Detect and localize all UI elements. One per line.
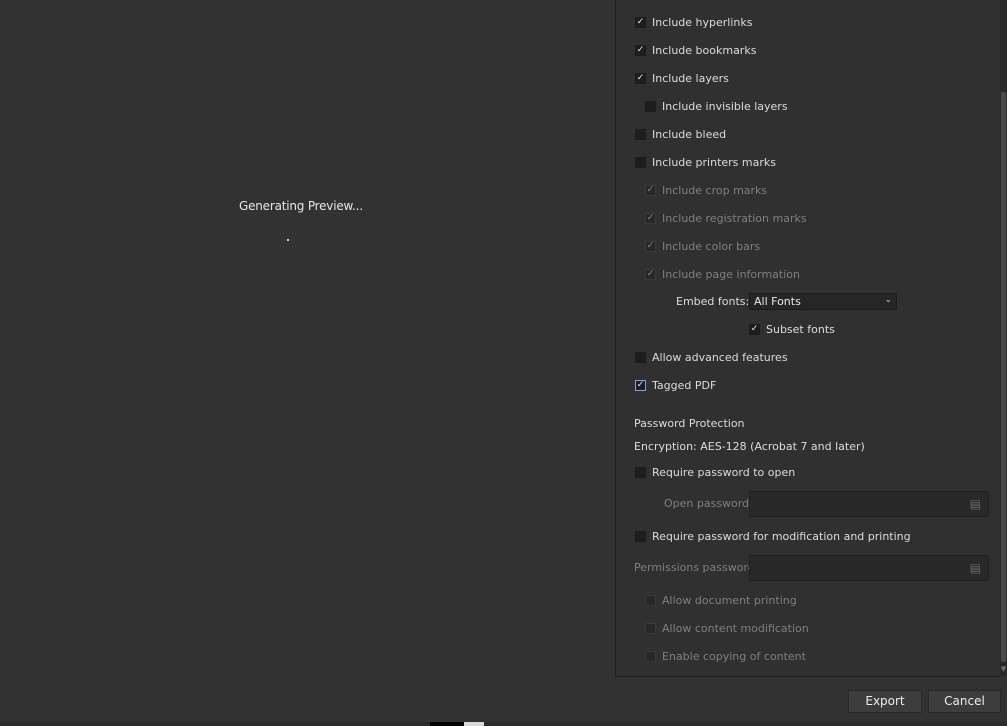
enable-copying-option: Enable copying of content (645, 648, 806, 664)
include-layers-label: Include layers (652, 71, 729, 85)
scroll-down-arrow-icon[interactable]: ▼ (1000, 664, 1007, 674)
require-password-modify-label: Require password for modification and pr… (652, 529, 911, 543)
include-invisible-layers-label: Include invisible layers (662, 99, 788, 113)
include-layers-option[interactable]: ✓ Include layers (635, 70, 729, 86)
include-color-bars-option: ✓ Include color bars (645, 238, 760, 254)
include-crop-marks-checkbox: ✓ (645, 184, 656, 196)
allow-content-modification-checkbox (645, 622, 656, 634)
allow-document-printing-checkbox (645, 594, 656, 606)
include-bookmarks-option[interactable]: ✓ Include bookmarks (635, 42, 756, 58)
include-printers-marks-checkbox[interactable] (635, 156, 646, 168)
include-hyperlinks-option[interactable]: ✓ Include hyperlinks (635, 14, 752, 30)
tagged-pdf-checkbox[interactable]: ✓ (635, 379, 646, 391)
allow-advanced-features-option[interactable]: Allow advanced features (635, 349, 788, 365)
include-registration-marks-option: ✓ Include registration marks (645, 210, 807, 226)
taskbar-mark-light (464, 722, 484, 726)
include-page-information-checkbox: ✓ (645, 268, 656, 280)
tagged-pdf-option[interactable]: ✓ Tagged PDF (635, 377, 716, 393)
require-password-open-option[interactable]: Require password to open (635, 464, 795, 480)
tagged-pdf-label: Tagged PDF (652, 378, 717, 392)
open-password-field[interactable]: ▤ (749, 491, 989, 517)
require-password-open-checkbox[interactable] (635, 466, 646, 478)
include-crop-marks-label: Include crop marks (662, 183, 768, 197)
include-hyperlinks-label: Include hyperlinks (652, 15, 753, 29)
allow-document-printing-label: Allow document printing (662, 593, 797, 607)
loading-indicator (287, 239, 289, 241)
open-password-label: Open password (664, 497, 750, 510)
clipboard-icon: ▤ (969, 561, 981, 575)
include-bookmarks-label: Include bookmarks (652, 43, 757, 57)
include-bleed-checkbox[interactable] (635, 128, 646, 140)
allow-advanced-features-checkbox[interactable] (635, 351, 646, 363)
scrollbar-thumb[interactable] (1001, 92, 1006, 662)
include-registration-marks-label: Include registration marks (662, 211, 807, 225)
allow-document-printing-option: Allow document printing (645, 592, 797, 608)
require-password-open-label: Require password to open (652, 465, 796, 479)
include-invisible-layers-option[interactable]: Include invisible layers (645, 98, 788, 114)
require-password-modify-checkbox[interactable] (635, 530, 646, 542)
include-crop-marks-option: ✓ Include crop marks (645, 182, 767, 198)
include-registration-marks-checkbox: ✓ (645, 212, 656, 224)
include-bleed-label: Include bleed (652, 127, 727, 141)
enable-copying-label: Enable copying of content (662, 649, 806, 663)
encryption-info: Encryption: AES-128 (Acrobat 7 and later… (634, 440, 865, 453)
include-page-information-label: Include page information (662, 267, 800, 281)
include-printers-marks-option[interactable]: Include printers marks (635, 154, 776, 170)
permissions-password-field[interactable]: ▤ (749, 555, 989, 581)
allow-advanced-features-label: Allow advanced features (652, 350, 788, 364)
allow-content-modification-label: Allow content modification (662, 621, 809, 635)
bottom-strip (0, 722, 1007, 726)
subset-fonts-label: Subset fonts (766, 322, 835, 336)
chevron-down-icon: ⌄ (884, 295, 892, 305)
permissions-password-label: Permissions password (634, 561, 755, 574)
include-layers-checkbox[interactable]: ✓ (635, 72, 646, 84)
enable-copying-checkbox (645, 650, 656, 662)
embed-fonts-select[interactable]: All Fonts ⌄ (749, 293, 897, 310)
include-bookmarks-checkbox[interactable]: ✓ (635, 44, 646, 56)
include-invisible-layers-checkbox[interactable] (645, 100, 656, 112)
include-page-information-option: ✓ Include page information (645, 266, 800, 282)
preview-area: Generating Preview... (0, 0, 615, 726)
include-printers-marks-label: Include printers marks (652, 155, 776, 169)
clipboard-icon: ▤ (969, 497, 981, 511)
subset-fonts-option[interactable]: ✓ Subset fonts (749, 321, 835, 337)
preview-status: Generating Preview... (239, 199, 363, 213)
include-color-bars-label: Include color bars (662, 239, 761, 253)
subset-fonts-checkbox[interactable]: ✓ (749, 323, 760, 335)
embed-fonts-label: Embed fonts: (676, 295, 750, 308)
require-password-modify-option[interactable]: Require password for modification and pr… (635, 528, 911, 544)
include-hyperlinks-checkbox[interactable]: ✓ (635, 16, 646, 28)
taskbar-mark (430, 722, 464, 726)
embed-fonts-value: All Fonts (754, 295, 801, 308)
cancel-button[interactable]: Cancel (928, 690, 1001, 713)
password-section-title: Password Protection (634, 417, 745, 430)
include-bleed-option[interactable]: Include bleed (635, 126, 726, 142)
allow-content-modification-option: Allow content modification (645, 620, 809, 636)
include-color-bars-checkbox: ✓ (645, 240, 656, 252)
export-button[interactable]: Export (848, 690, 922, 713)
